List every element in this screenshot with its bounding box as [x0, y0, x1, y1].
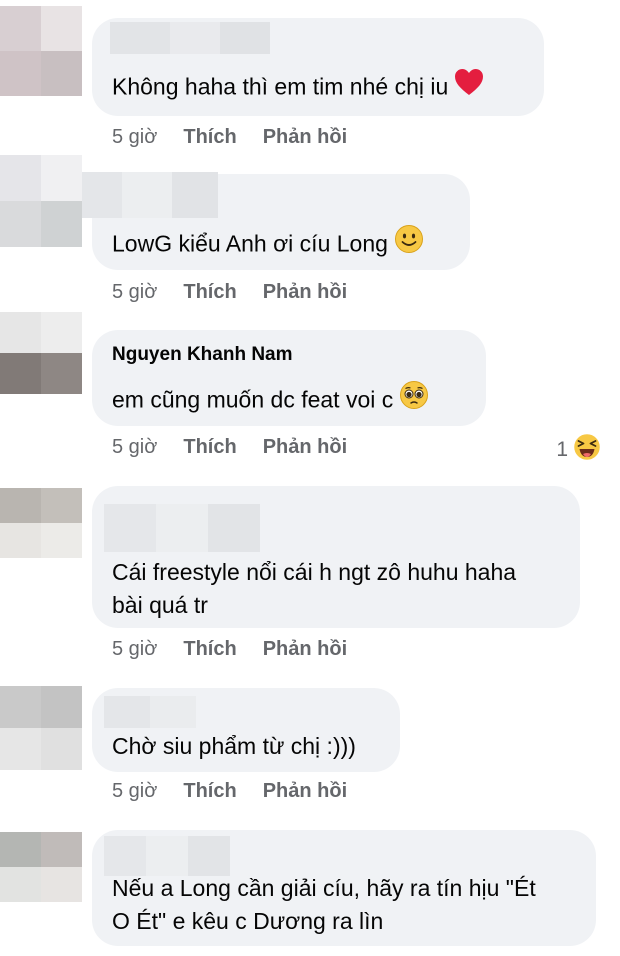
timestamp[interactable]: 5 giờ [112, 436, 157, 458]
like-button[interactable]: Thích [183, 281, 236, 303]
comment-text-line: bài quá tr [112, 592, 208, 618]
comment-text-line: Nếu a Long cần giải cíu, hãy ra tín hịu … [112, 875, 536, 901]
comment-text: LowG kiểu Anh ơi cíu Long [112, 224, 424, 265]
slight-smile-icon [394, 224, 424, 263]
heart-icon [454, 68, 484, 105]
blurred-author-name [104, 504, 260, 552]
comment-text: em cũng muốn dc feat voi c [112, 380, 429, 421]
avatar[interactable] [0, 686, 82, 770]
comment-actions: 5 giờ Thích Phản hồi [112, 281, 347, 304]
like-button[interactable]: Thích [183, 780, 236, 802]
blurred-author-name [110, 22, 270, 54]
comment-actions: 5 giờ Thích Phản hồi [112, 126, 347, 149]
comment-text-line: Không haha thì em tim nhé chị iu [112, 73, 449, 100]
like-button[interactable]: Thích [183, 638, 236, 660]
reply-button[interactable]: Phản hồi [263, 126, 347, 148]
like-button[interactable]: Thích [183, 436, 236, 458]
reaction-count: 1 [556, 438, 568, 461]
comment-bubble: Nếu a Long cần giải cíu, hãy ra tín hịu … [92, 830, 596, 946]
reply-button[interactable]: Phản hồi [263, 638, 347, 660]
comment-text-line: Cái freestyle nổi cái h ngt zô huhu haha [112, 559, 517, 585]
timestamp[interactable]: 5 giờ [112, 780, 157, 802]
timestamp[interactable]: 5 giờ [112, 126, 157, 148]
comment-text: Nếu a Long cần giải cíu, hãy ra tín hịu … [112, 872, 536, 938]
comment-bubble: LowG kiểu Anh ơi cíu Long [82, 172, 470, 270]
reaction-summary[interactable]: 1 [556, 432, 602, 468]
comment-bubble: Nguyen Khanh Nam em cũng muốn dc feat vo… [92, 330, 486, 426]
laughing-face-icon [572, 432, 602, 468]
comment-text: Chờ siu phẩm từ chị :))) [112, 730, 356, 763]
comment-text-line: em cũng muốn dc feat voi c [112, 386, 394, 413]
comment-bubble: Cái freestyle nổi cái h ngt zô huhu haha… [92, 486, 580, 628]
comment-actions: 5 giờ Thích Phản hồi [112, 780, 347, 803]
like-button[interactable]: Thích [183, 126, 236, 148]
pleading-face-icon [399, 380, 429, 419]
comment-text: Cái freestyle nổi cái h ngt zô huhu haha… [112, 556, 516, 622]
comment-bubble: Chờ siu phẩm từ chị :))) [92, 688, 400, 772]
comment-text-line: LowG kiểu Anh ơi cíu Long [112, 230, 388, 257]
blurred-author-name [104, 696, 196, 728]
avatar[interactable] [0, 832, 82, 902]
comment-text-line: Chờ siu phẩm từ chị :))) [112, 733, 356, 759]
avatar[interactable] [0, 6, 82, 96]
avatar[interactable] [0, 488, 82, 558]
blurred-author-name [82, 172, 218, 218]
reply-button[interactable]: Phản hồi [263, 436, 347, 458]
reply-button[interactable]: Phản hồi [263, 281, 347, 303]
comment-bubble: Không haha thì em tim nhé chị iu [92, 18, 544, 116]
timestamp[interactable]: 5 giờ [112, 638, 157, 660]
author-name[interactable]: Nguyen Khanh Nam [112, 344, 293, 366]
reply-button[interactable]: Phản hồi [263, 780, 347, 802]
blurred-author-name [104, 836, 230, 876]
avatar[interactable] [0, 155, 82, 247]
comment-text-line: O Ét" e kêu c Dương ra lìn [112, 908, 384, 934]
timestamp[interactable]: 5 giờ [112, 281, 157, 303]
avatar[interactable] [0, 312, 82, 394]
comment-actions: 5 giờ Thích Phản hồi [112, 638, 347, 661]
comment-actions: 5 giờ Thích Phản hồi [112, 436, 347, 459]
comment-text: Không haha thì em tim nhé chị iu [112, 68, 484, 107]
